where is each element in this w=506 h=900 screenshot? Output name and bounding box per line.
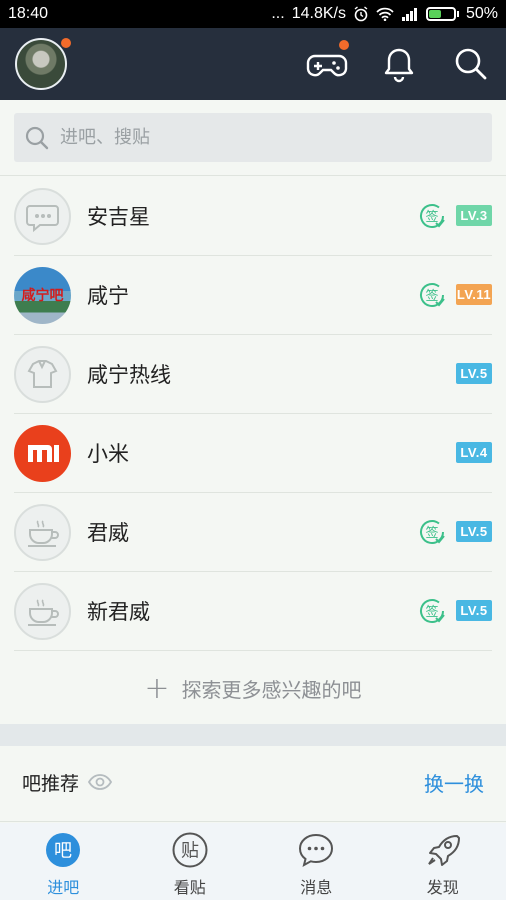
- battery-icon: [425, 7, 459, 21]
- tab-label: 进吧: [47, 878, 80, 897]
- forum-item[interactable]: 新君威 签 LV.5: [0, 572, 506, 651]
- tab-label: 发现: [426, 878, 459, 897]
- forum-item[interactable]: 咸宁热线 LV.5: [0, 335, 506, 414]
- plus-icon: +: [144, 670, 170, 706]
- battery-percent: 50%: [465, 5, 498, 22]
- forum-name: 咸宁: [87, 284, 129, 308]
- forum-item[interactable]: 小米 LV.4: [0, 414, 506, 493]
- user-avatar[interactable]: [15, 38, 67, 90]
- change-batch-button[interactable]: 换一换: [424, 768, 484, 797]
- forum-name: 咸宁热线: [87, 363, 171, 387]
- tab-enter-forum[interactable]: 吧 进吧: [0, 823, 127, 900]
- posts-tab-icon: 贴: [172, 832, 208, 868]
- tab-discover[interactable]: 发现: [380, 823, 506, 900]
- top-header: [0, 28, 506, 100]
- status-time: 18:40: [8, 5, 49, 22]
- status-more-icon: ...: [271, 5, 285, 22]
- eye-icon[interactable]: [88, 770, 112, 794]
- level-badge: LV.11: [456, 284, 492, 305]
- tab-label: 消息: [300, 878, 333, 897]
- level-badge: LV.5: [456, 521, 492, 542]
- forum-name: 安吉星: [87, 205, 150, 229]
- tab-label: 看贴: [173, 878, 206, 897]
- forum-logo: [14, 583, 71, 640]
- search-input[interactable]: [60, 127, 460, 148]
- explore-more-button[interactable]: + 探索更多感兴趣的吧: [0, 652, 506, 724]
- sign-in-icon[interactable]: 签: [417, 596, 447, 626]
- svg-text:签: 签: [425, 288, 438, 304]
- bottom-tab-bar: 吧 进吧 贴 看贴 消息 发现: [0, 823, 506, 900]
- search-bar[interactable]: [14, 113, 492, 162]
- svg-text:签: 签: [425, 209, 438, 225]
- forum-name: 君威: [87, 521, 129, 545]
- svg-text:签: 签: [425, 604, 438, 620]
- level-badge: LV.5: [456, 600, 492, 621]
- svg-text:签: 签: [425, 525, 438, 541]
- sign-in-icon[interactable]: 签: [417, 280, 447, 310]
- bell-icon[interactable]: [377, 42, 421, 86]
- level-badge: LV.3: [456, 205, 492, 226]
- level-badge: LV.5: [456, 363, 492, 384]
- status-right: ... 14.8K/s 50%: [271, 5, 498, 23]
- search-area: [0, 100, 506, 176]
- search-icon: [25, 126, 49, 149]
- recommend-label: 吧推荐: [22, 773, 80, 795]
- message-icon: [299, 833, 334, 867]
- forum-logo: [14, 346, 71, 403]
- svg-text:吧: 吧: [54, 841, 72, 862]
- forum-logo: [14, 188, 71, 245]
- tab-view-posts[interactable]: 贴 看贴: [127, 823, 254, 900]
- explore-label: 探索更多感兴趣的吧: [181, 677, 362, 702]
- sign-in-icon[interactable]: 签: [417, 517, 447, 547]
- forum-name: 新君威: [87, 600, 150, 624]
- forum-item[interactable]: 安吉星 签 LV.3: [0, 177, 506, 256]
- section-divider: [0, 724, 506, 746]
- svg-text:咸宁吧: 咸宁吧: [22, 287, 64, 304]
- network-speed: 14.8K/s: [291, 5, 346, 22]
- forum-name: 小米: [87, 442, 129, 466]
- alarm-icon: [354, 6, 368, 22]
- wifi-icon: [376, 7, 394, 21]
- forum-logo: 咸宁吧: [14, 267, 71, 324]
- forum-item[interactable]: 君威 签 LV.5: [0, 493, 506, 572]
- forum-tab-icon: 吧: [46, 833, 81, 867]
- signal-icon: [401, 8, 417, 21]
- forum-logo: [14, 504, 71, 561]
- forum-logo: [14, 425, 71, 482]
- game-notification-dot: [339, 40, 349, 50]
- forum-list: 安吉星 签 LV.3 咸宁吧 咸宁 签 LV.11 咸宁热线 LV.5 小米 L…: [0, 177, 506, 651]
- tab-messages[interactable]: 消息: [253, 823, 380, 900]
- avatar-notification-dot: [61, 38, 71, 48]
- svg-text:贴: 贴: [181, 841, 199, 862]
- recommend-section: 吧推荐 换一换: [0, 746, 506, 822]
- search-icon[interactable]: [449, 42, 493, 86]
- level-badge: LV.4: [456, 442, 492, 463]
- sign-in-icon[interactable]: 签: [417, 201, 447, 231]
- rocket-icon: [427, 835, 460, 866]
- status-bar: 18:40 ... 14.8K/s 50%: [0, 0, 506, 28]
- forum-item[interactable]: 咸宁吧 咸宁 签 LV.11: [0, 256, 506, 335]
